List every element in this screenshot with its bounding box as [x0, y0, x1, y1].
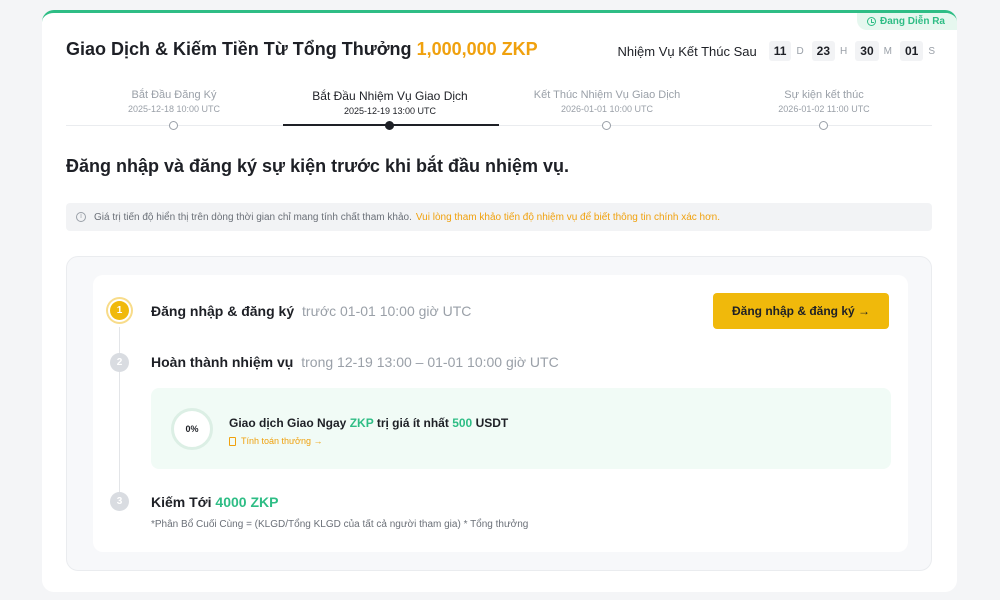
step-2-title: Hoàn thành nhiệm vụ trong 12-19 13:00 – … [151, 354, 559, 370]
countdown: Nhiệm Vụ Kết Thúc Sau 11 D 23 H 30 M 01 … [618, 41, 935, 61]
step-3-number: 3 [110, 492, 129, 511]
timeline-step-date: 2025-12-19 13:00 UTC [343, 106, 437, 116]
timeline-dot [602, 121, 611, 130]
countdown-seconds: 01 [899, 41, 924, 61]
step-1-deadline: trước 01-01 10:00 giờ UTC [302, 303, 472, 319]
task-amount: 500 [452, 416, 473, 430]
timeline-step-register: Bắt Đầu Đăng Ký 2025-12-18 10:00 UTC [66, 89, 282, 130]
task-text-prefix: Giao dịch Giao Ngay [229, 416, 347, 430]
timeline-dot [169, 121, 178, 130]
task-token: ZKP [349, 416, 374, 430]
timeline-step-date: 2026-01-01 10:00 UTC [560, 104, 654, 114]
step-2-label: Hoàn thành nhiệm vụ [151, 354, 294, 370]
timeline-step-event-end: Sự kiện kết thúc 2026-01-02 11:00 UTC [716, 89, 932, 130]
reward-pool: 1,000,000 ZKP [416, 39, 538, 59]
timeline-step-name: Sự kiện kết thúc [784, 89, 864, 101]
task-text-mid: trị giá ít nhất [376, 416, 449, 430]
countdown-seconds-unit: S [928, 45, 935, 57]
calculate-reward-link[interactable]: Tính toán thưởng → [229, 436, 322, 446]
clock-icon [866, 17, 876, 26]
step-1-title: Đăng nhập & đăng ký trước 01-01 10:00 gi… [151, 303, 471, 319]
info-icon: i [76, 212, 86, 222]
task-currency: USDT [475, 416, 509, 430]
progress-ring: 0% [171, 408, 213, 450]
countdown-days: 11 [768, 41, 792, 61]
timeline-step-name: Bắt Đầu Đăng Ký [131, 89, 217, 101]
step-2-period: trong 12-19 13:00 – 01-01 10:00 giờ UTC [301, 354, 559, 370]
step-2-number: 2 [110, 353, 129, 372]
timeline-dot [819, 121, 828, 130]
event-timeline: Bắt Đầu Đăng Ký 2025-12-18 10:00 UTC Bắt… [66, 89, 932, 130]
timeline-step-trading-start: Bắt Đầu Nhiệm Vụ Giao Dịch 2025-12-19 13… [282, 89, 498, 130]
info-notice: i Giá trị tiến độ hiển thị trên dòng thờ… [66, 203, 932, 231]
title-text: Giao Dịch & Kiếm Tiền Từ Tổng Thưởng [66, 39, 412, 59]
calculator-icon [229, 436, 236, 446]
task-steps-card: 1 Đăng nhập & đăng ký trước 01-01 10:00 … [93, 275, 908, 552]
page-title: Giao Dịch & Kiếm Tiền Từ Tổng Thưởng 1,0… [66, 39, 538, 60]
timeline-step-date: 2026-01-02 11:00 UTC [778, 104, 870, 114]
countdown-hours: 23 [811, 41, 836, 61]
section-headline: Đăng nhập và đăng ký sự kiện trước khi b… [66, 156, 569, 176]
step-1-label: Đăng nhập & đăng ký [151, 303, 295, 319]
countdown-hours-unit: H [840, 45, 848, 57]
status-badge: Đang Diễn Ra [856, 13, 957, 30]
timeline-step-name: Kết Thúc Nhiệm Vụ Giao Dịch [533, 89, 681, 101]
timeline-dot [385, 121, 394, 130]
countdown-label: Nhiệm Vụ Kết Thúc Sau [617, 43, 757, 59]
notice-highlight-link[interactable]: Vui lòng tham khảo tiến độ nhiệm vụ để b… [416, 212, 720, 223]
campaign-card: Đang Diễn Ra Giao Dịch & Kiếm Tiền Từ Tổ… [42, 10, 957, 592]
task-description: Giao dịch Giao Ngay ZKP trị giá ít nhất … [229, 416, 508, 430]
timeline-track [66, 125, 932, 126]
timeline-step-date: 2025-12-18 10:00 UTC [127, 104, 221, 114]
step-3-label: Kiếm Tới [151, 494, 212, 510]
step-3-title: Kiếm Tới 4000 ZKP [151, 494, 278, 510]
login-register-button[interactable]: Đăng nhập & đăng ký → [713, 293, 889, 329]
task-panel: 1 Đăng nhập & đăng ký trước 01-01 10:00 … [66, 256, 932, 571]
timeline-step-name: Bắt Đầu Nhiệm Vụ Giao Dịch [312, 89, 468, 103]
trade-task-card: 0% Giao dịch Giao Ngay ZKP trị giá ít nh… [151, 388, 891, 469]
step-3-reward: 4000 ZKP [215, 494, 279, 510]
timeline-step-trading-end: Kết Thúc Nhiệm Vụ Giao Dịch 2026-01-01 1… [499, 89, 715, 130]
countdown-minutes-unit: M [883, 45, 892, 57]
step-1-number: 1 [110, 301, 129, 320]
notice-text: Giá trị tiến độ hiển thị trên dòng thời … [94, 211, 412, 223]
countdown-days-unit: D [796, 45, 804, 57]
reward-formula: *Phân Bổ Cuối Cùng = (KLGD/Tổng KLGD của… [151, 519, 529, 530]
status-badge-label: Đang Diễn Ra [879, 16, 945, 27]
calculate-reward-label: Tính toán thưởng → [241, 436, 323, 446]
countdown-minutes: 30 [855, 41, 879, 61]
